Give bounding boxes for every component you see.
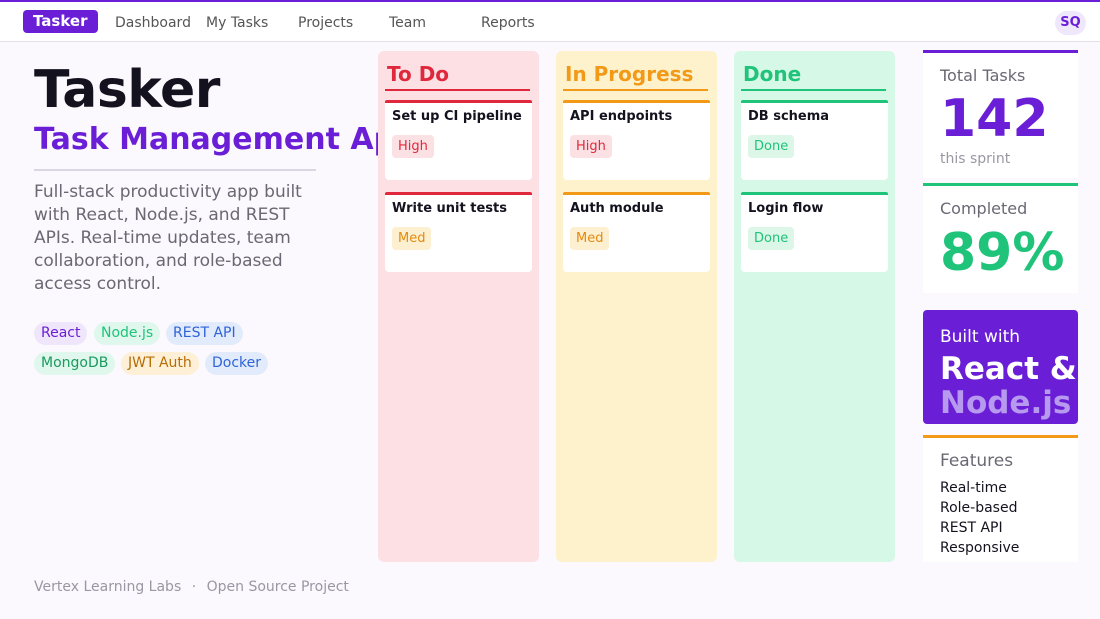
card-accent — [385, 100, 532, 103]
column-to-do: To Do Set up CI pipeline High Write unit… — [378, 51, 539, 562]
priority-badge: Med — [570, 227, 610, 250]
column-divider — [563, 89, 708, 91]
task-card[interactable]: Auth module Med — [563, 192, 710, 272]
priority-badge: Med — [392, 227, 432, 250]
card-title: Auth module — [570, 201, 664, 216]
column-title: To Do — [387, 62, 450, 86]
card-accent — [563, 100, 710, 103]
column-divider — [741, 89, 886, 91]
priority-badge: High — [570, 135, 612, 158]
column-title: Done — [743, 62, 802, 86]
footer-project: Open Source Project — [206, 579, 349, 595]
nav-dashboard[interactable]: Dashboard — [115, 15, 191, 31]
stat-total-tasks: Total Tasks 142 this sprint — [923, 50, 1078, 178]
task-card[interactable]: Write unit tests Med — [385, 192, 532, 272]
built-with-card: Built with React & Node.js — [923, 310, 1078, 424]
hero-title: Tasker — [34, 60, 220, 120]
user-avatar[interactable]: SQ — [1055, 11, 1086, 35]
stat-label: Completed — [940, 199, 1028, 218]
task-card[interactable]: API endpoints High — [563, 100, 710, 180]
stat-value: 142 — [940, 89, 1049, 149]
task-card[interactable]: DB schema Done — [741, 100, 888, 180]
card-title: Login flow — [748, 201, 824, 216]
hero-divider — [34, 169, 316, 171]
column-divider — [385, 89, 530, 91]
card-accent — [741, 192, 888, 195]
built-with-line2: Node.js — [940, 385, 1072, 421]
footer-separator: · — [191, 579, 197, 595]
card-title: Write unit tests — [392, 201, 507, 216]
priority-badge: High — [392, 135, 434, 158]
tag-nodejs: Node.js — [94, 322, 161, 345]
features-title: Features — [940, 451, 1014, 471]
task-card[interactable]: Login flow Done — [741, 192, 888, 272]
tag-docker: Docker — [205, 352, 269, 375]
card-accent — [563, 192, 710, 195]
top-navigation-bar: Tasker Dashboard My Tasks Projects Team … — [0, 0, 1100, 42]
stat-label: Total Tasks — [940, 66, 1026, 85]
tag-jwt-auth: JWT Auth — [121, 352, 199, 375]
tag-react: React — [34, 322, 88, 345]
features-list: Real-time Role-based REST API Responsive — [940, 478, 1019, 558]
status-badge: Done — [748, 135, 795, 158]
built-with-label: Built with — [940, 327, 1021, 347]
stat-value: 89% — [940, 223, 1065, 283]
feature-item: REST API — [940, 520, 1003, 536]
status-badge: Done — [748, 227, 795, 250]
nav-projects[interactable]: Projects — [298, 15, 353, 31]
feature-item: Role-based — [940, 500, 1018, 516]
nav-my-tasks[interactable]: My Tasks — [206, 15, 268, 31]
feature-item: Responsive — [940, 540, 1020, 556]
built-with-line1: React & — [940, 351, 1077, 387]
hero-description: Full-stack productivity app built with R… — [34, 182, 302, 294]
task-card[interactable]: Set up CI pipeline High — [385, 100, 532, 180]
nav-reports[interactable]: Reports — [481, 15, 535, 31]
footer-org: Vertex Learning Labs — [34, 579, 182, 595]
card-accent — [385, 192, 532, 195]
brand-logo[interactable]: Tasker — [23, 10, 98, 33]
stat-note: this sprint — [940, 151, 1011, 167]
column-done: Done DB schema Done Login flow Done — [734, 51, 895, 562]
card-title: DB schema — [748, 109, 830, 124]
card-accent — [741, 100, 888, 103]
stat-completed: Completed 89% — [923, 183, 1078, 293]
tag-rest-api: REST API — [166, 322, 243, 345]
hero-subtitle: Task Management App — [34, 122, 379, 157]
column-title: In Progress — [565, 62, 694, 86]
card-title: Set up CI pipeline — [392, 109, 522, 124]
column-in-progress: In Progress API endpoints High Auth modu… — [556, 51, 717, 562]
tag-mongodb: MongoDB — [34, 352, 116, 375]
card-title: API endpoints — [570, 109, 673, 124]
features-card: Features Real-time Role-based REST API R… — [923, 435, 1078, 562]
feature-item: Real-time — [940, 480, 1007, 496]
footer: Vertex Learning Labs · Open Source Proje… — [34, 579, 349, 595]
nav-team[interactable]: Team — [389, 15, 426, 31]
